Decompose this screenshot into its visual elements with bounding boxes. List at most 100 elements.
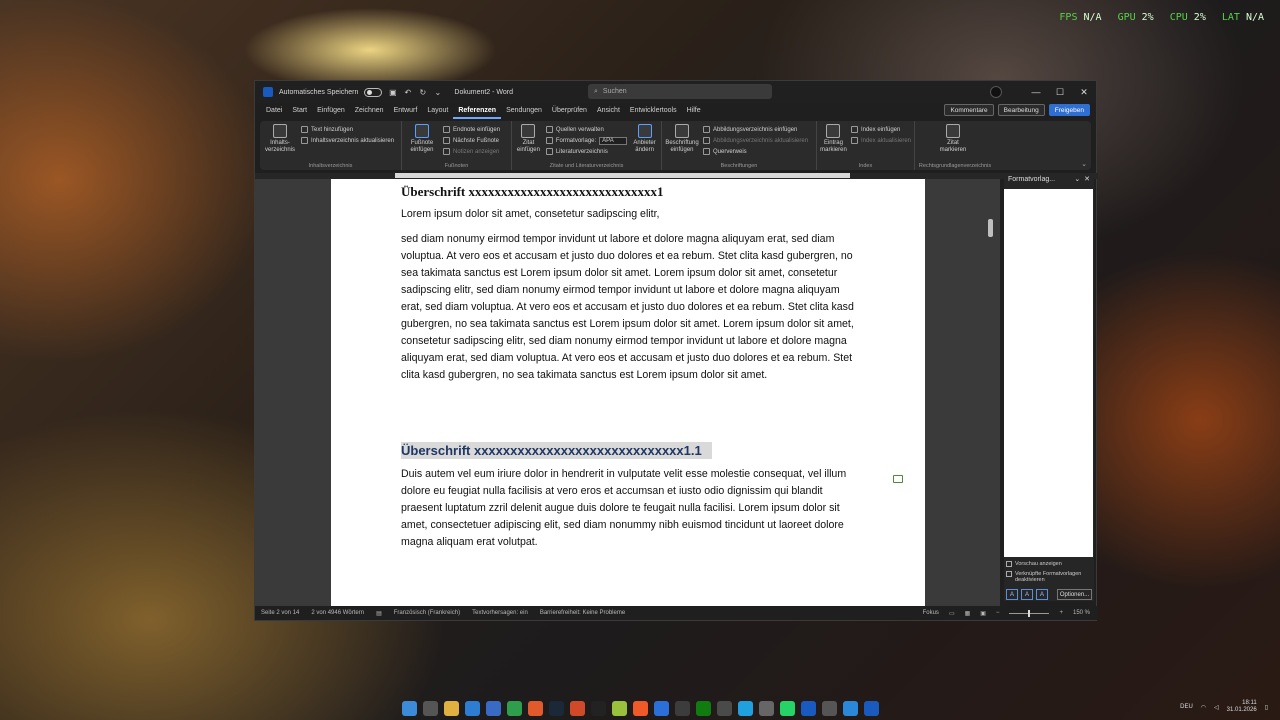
close-icon[interactable]: ✕ [1072, 87, 1096, 98]
tab-referenzen[interactable]: Referenzen [453, 103, 502, 119]
settings-icon[interactable] [758, 700, 774, 716]
whatsapp-icon[interactable] [779, 700, 795, 716]
zoom-slider[interactable] [1009, 609, 1050, 617]
options-button[interactable]: Optionen... [1057, 589, 1092, 600]
notification-icon[interactable]: ▯ [1265, 704, 1268, 711]
manage-sources-button[interactable]: Quellen verwalten [545, 125, 627, 134]
pane-options-icon[interactable]: ⌄ [1074, 176, 1080, 183]
language-indicator[interactable]: DEU [1180, 704, 1193, 710]
start-icon[interactable] [401, 700, 417, 716]
word-icon[interactable] [863, 700, 879, 716]
app-icon[interactable] [674, 700, 690, 716]
bibliography-button[interactable]: Literaturverzeichnis [545, 147, 627, 156]
proofing-icon[interactable]: ▤ [376, 610, 382, 617]
zoom-out-icon[interactable]: − [996, 610, 1000, 616]
comment-icon[interactable] [893, 475, 903, 483]
language-indicator[interactable]: Französisch (Frankreich) [394, 610, 460, 616]
collapse-ribbon-icon[interactable]: ⌄ [1081, 160, 1087, 168]
comments-button[interactable]: Kommentare [944, 104, 994, 116]
update-index-button[interactable]: Index aktualisieren [850, 136, 911, 145]
search-box[interactable]: ⌕ Suchen [588, 84, 772, 99]
cross-reference-button[interactable]: Querverweis [703, 147, 808, 156]
redo-icon[interactable]: ↻ [418, 88, 427, 97]
style-value[interactable]: APA [599, 136, 628, 145]
paragraph-2[interactable]: sed diam nonumy eirmod tempor invidunt u… [401, 231, 855, 384]
edge-icon[interactable] [464, 700, 480, 716]
autosave-toggle[interactable] [364, 87, 383, 97]
read-mode-icon[interactable]: ▭ [949, 610, 955, 617]
styles-list[interactable] [1004, 189, 1093, 557]
tab-layout[interactable]: Layout [422, 103, 453, 119]
maximize-icon[interactable]: ☐ [1048, 87, 1072, 98]
app-icon[interactable] [590, 700, 606, 716]
tab-sendungen[interactable]: Sendungen [501, 103, 547, 119]
minimize-icon[interactable]: — [1024, 87, 1048, 97]
fps-readout: FPS N/A [1059, 12, 1102, 23]
tab-zeichnen[interactable]: Zeichnen [350, 103, 389, 119]
document-page[interactable]: Überschrift xxxxxxxxxxxxxxxxxxxxxxxxxxxx… [331, 179, 925, 607]
web-layout-icon[interactable]: ▣ [980, 610, 986, 617]
tab-einfuegen[interactable]: Einfügen [312, 103, 350, 119]
preview-checkbox[interactable]: Vorschau anzeigen [1006, 561, 1062, 567]
app-icon[interactable] [527, 700, 543, 716]
word-icon[interactable] [800, 700, 816, 716]
vertical-scrollbar[interactable] [988, 219, 993, 237]
manage-styles-icon[interactable]: A [1036, 589, 1048, 600]
tab-ueberpruefen[interactable]: Überprüfen [547, 103, 592, 119]
save-icon[interactable]: ▣ [388, 88, 397, 97]
add-text-button[interactable]: Text hinzufügen [301, 125, 394, 134]
focus-button[interactable]: Fokus [923, 610, 939, 616]
store-icon[interactable] [485, 700, 501, 716]
steam-icon[interactable] [548, 700, 564, 716]
search-icon[interactable] [422, 700, 438, 716]
share-button[interactable]: Freigeben [1048, 104, 1090, 116]
heading-1[interactable]: Überschrift xxxxxxxxxxxxxxxxxxxxxxxxxxxx… [401, 184, 855, 200]
zoom-level[interactable]: 150 % [1073, 610, 1090, 616]
new-style-icon[interactable]: A [1006, 589, 1018, 600]
avatar[interactable] [990, 86, 1002, 98]
tab-ansicht[interactable]: Ansicht [592, 103, 625, 119]
next-footnote-button[interactable]: Nächste Fußnote [443, 136, 500, 145]
app-icon[interactable] [506, 700, 522, 716]
update-toc-button[interactable]: Inhaltsverzeichnis aktualisieren [301, 136, 394, 145]
show-notes-button[interactable]: Notizen anzeigen [443, 147, 500, 156]
tab-start[interactable]: Start [287, 103, 312, 119]
word-count[interactable]: 2 von 4946 Wörtern [311, 610, 364, 616]
clock[interactable]: 18:11 31.01.2026 [1227, 700, 1257, 714]
print-layout-icon[interactable]: ▦ [965, 610, 971, 617]
app-icon[interactable] [569, 700, 585, 716]
heading-2[interactable]: Überschrift xxxxxxxxxxxxxxxxxxxxxxxxxxxx… [401, 442, 712, 459]
page-count[interactable]: Seite 2 von 14 [261, 610, 299, 616]
text-predictions[interactable]: Textvorhersagen: ein [472, 610, 528, 616]
brave-icon[interactable] [632, 700, 648, 716]
customize-quick-access-icon[interactable]: ⌄ [433, 88, 442, 97]
tab-entwicklertools[interactable]: Entwicklertools [625, 103, 682, 119]
update-table-of-figures-button[interactable]: Abbildungsverzeichnis aktualisieren [703, 136, 808, 145]
insert-endnote-button[interactable]: Endnote einfügen [443, 125, 500, 134]
style-inspector-icon[interactable]: A [1021, 589, 1033, 600]
paragraph-1[interactable]: Lorem ipsum dolor sit amet, consetetur s… [401, 206, 855, 223]
insert-index-button[interactable]: Index einfügen [850, 125, 911, 134]
volume-icon[interactable]: ◁ [1214, 704, 1219, 711]
insert-table-of-figures-button[interactable]: Abbildungsverzeichnis einfügen [703, 125, 808, 134]
paragraph-3[interactable]: Duis autem vel eum iriure dolor in hendr… [401, 466, 855, 551]
linked-styles-checkbox[interactable]: Verknüpfte Formatvorlagen deaktivieren [1006, 571, 1094, 583]
wifi-icon[interactable]: ◠ [1201, 704, 1206, 711]
tab-datei[interactable]: Datei [261, 103, 287, 119]
undo-icon[interactable]: ↶ [403, 88, 412, 97]
citation-style-select[interactable]: Formatvorlage: APA [545, 136, 628, 145]
app-icon[interactable] [653, 700, 669, 716]
app-icon[interactable] [821, 700, 837, 716]
app-icon[interactable] [737, 700, 753, 716]
editing-mode-button[interactable]: Bearbeitung [997, 104, 1045, 116]
app-icon[interactable] [611, 700, 627, 716]
zoom-in-icon[interactable]: + [1059, 610, 1063, 616]
pane-close-icon[interactable]: ✕ [1084, 176, 1090, 183]
app-icon[interactable] [716, 700, 732, 716]
file-explorer-icon[interactable] [443, 700, 459, 716]
xbox-icon[interactable] [695, 700, 711, 716]
accessibility-status[interactable]: Barrierefreiheit: Keine Probleme [540, 610, 625, 616]
tab-hilfe[interactable]: Hilfe [682, 103, 706, 119]
app-icon[interactable] [842, 700, 858, 716]
tab-entwurf[interactable]: Entwurf [389, 103, 423, 119]
